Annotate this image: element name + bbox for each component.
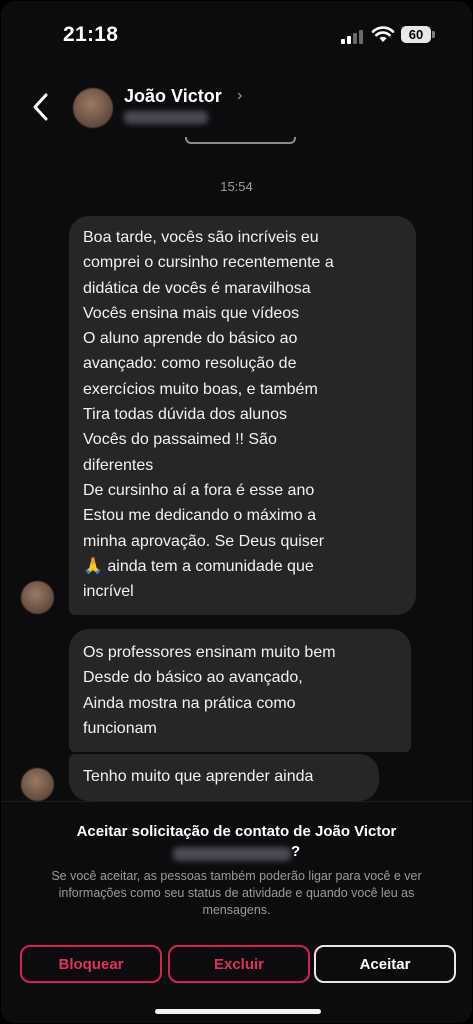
sender-avatar[interactable] xyxy=(21,581,54,614)
home-indicator[interactable] xyxy=(155,1009,321,1014)
chevron-right-icon[interactable]: › xyxy=(237,87,242,105)
request-username-blurred xyxy=(173,847,291,861)
sender-avatar[interactable] xyxy=(21,768,54,801)
signal-icon xyxy=(341,29,365,44)
message-bubble[interactable]: Tenho muito que aprender ainda xyxy=(69,754,379,801)
app-frame: 21:18 60 João Victor › 15:54 Boa tarde, … xyxy=(1,1,472,1023)
back-chevron-icon[interactable] xyxy=(29,91,53,123)
message-bubble[interactable]: Os professores ensinam muito bem Desde d… xyxy=(69,629,411,753)
previous-content-edge xyxy=(185,137,296,144)
contact-username-blurred xyxy=(124,111,208,124)
request-description: Se você aceitar, as pessoas também poder… xyxy=(51,869,422,917)
wifi-icon xyxy=(371,26,395,42)
request-question-mark: ? xyxy=(291,843,301,860)
chat-header: João Victor › xyxy=(1,71,472,143)
contact-request-panel: Aceitar solicitação de contato de João V… xyxy=(1,801,472,1023)
message-timestamp: 15:54 xyxy=(220,179,253,194)
status-bar: 21:18 60 xyxy=(1,1,472,71)
battery-icon: 60 xyxy=(401,26,431,43)
battery-tip xyxy=(432,31,435,38)
status-time: 21:18 xyxy=(63,23,119,46)
contact-name[interactable]: João Victor xyxy=(124,86,222,107)
contact-avatar[interactable] xyxy=(73,88,113,128)
block-button[interactable]: Bloquear xyxy=(20,945,162,983)
accept-button[interactable]: Aceitar xyxy=(314,945,456,983)
request-title: Aceitar solicitação de contato de João V… xyxy=(76,823,397,840)
delete-button[interactable]: Excluir xyxy=(168,945,310,983)
message-bubble[interactable]: Boa tarde, vocês são incríveis eu compre… xyxy=(69,216,416,616)
